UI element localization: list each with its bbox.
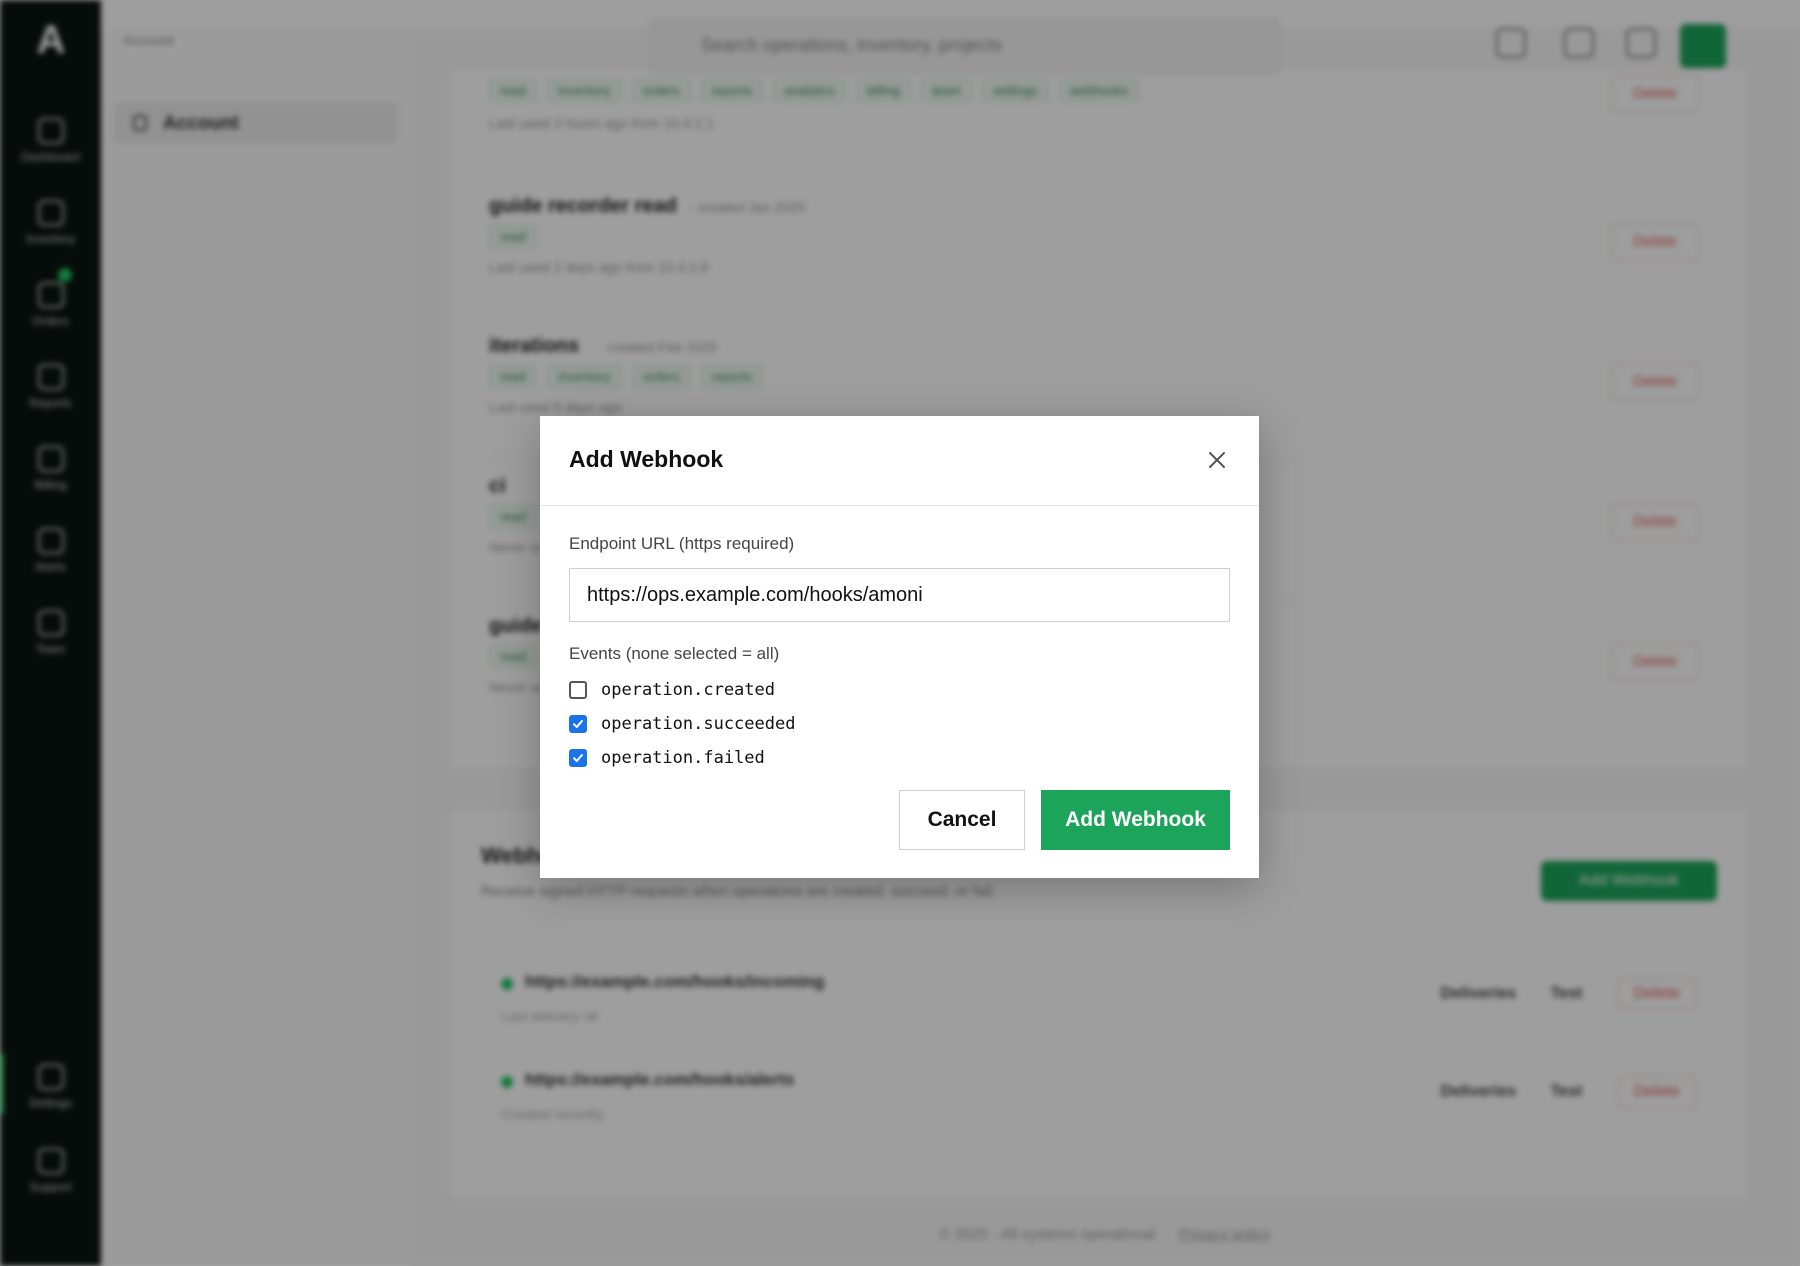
events-label: Events (none selected = all) xyxy=(569,644,780,663)
checkbox[interactable] xyxy=(569,715,587,733)
dialog-title: Add Webhook xyxy=(569,446,724,472)
checkmark-icon xyxy=(573,720,583,728)
endpoint-url-label: Endpoint URL (https required) xyxy=(569,534,795,553)
add-webhook-dialog: Add Webhook Endpoint URL (https required… xyxy=(540,416,1259,878)
event-label: operation.failed xyxy=(601,748,765,768)
checkbox[interactable] xyxy=(569,749,587,767)
cancel-button[interactable]: Cancel xyxy=(899,790,1025,850)
close-icon xyxy=(1209,452,1225,468)
event-label: operation.succeeded xyxy=(601,714,796,734)
checkbox[interactable] xyxy=(569,681,587,699)
dialog-header: Add Webhook xyxy=(540,416,1259,506)
add-webhook-submit-button[interactable]: Add Webhook xyxy=(1041,790,1230,850)
endpoint-url-input[interactable] xyxy=(569,568,1230,622)
event-label: operation.created xyxy=(601,680,775,700)
close-button[interactable] xyxy=(1203,446,1231,474)
checkmark-icon xyxy=(573,754,583,762)
